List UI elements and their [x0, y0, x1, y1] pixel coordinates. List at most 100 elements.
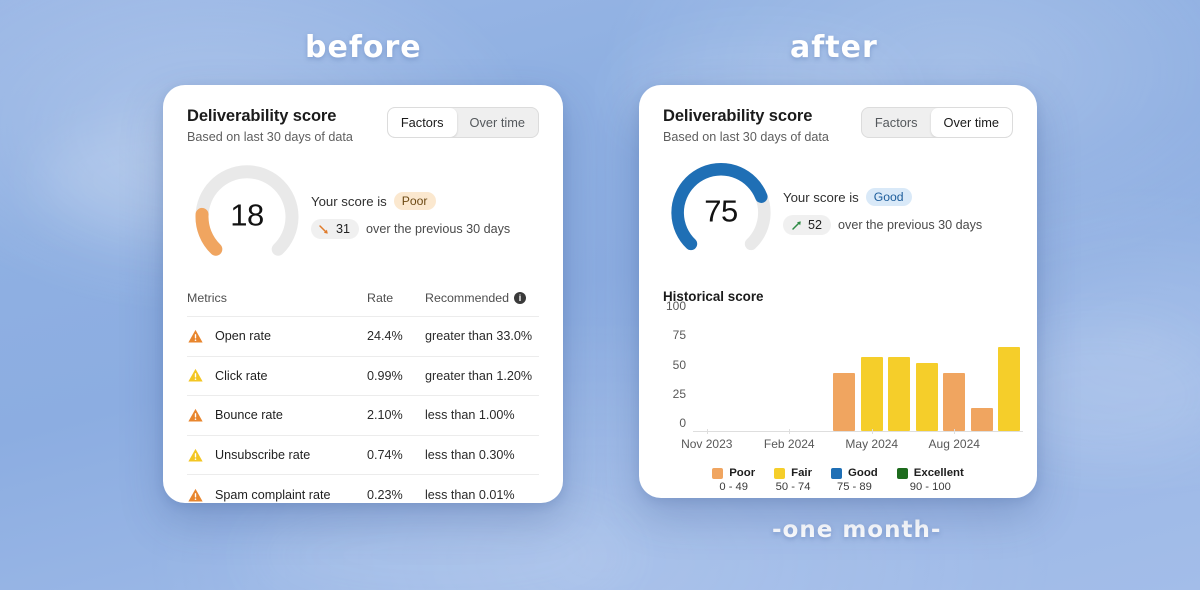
bar-slot [913, 314, 941, 431]
metric-name-cell: Unsubscribe rate [187, 447, 367, 464]
legend-item: Fair 50 - 74 [774, 467, 812, 493]
legend-swatch [896, 467, 908, 479]
bar-slot [831, 314, 859, 431]
before-card: Deliverability score Based on last 30 da… [163, 85, 563, 503]
legend-item: Good 75 - 89 [831, 467, 878, 493]
metric-rate: 0.23% [367, 488, 403, 503]
gauge-value-before: 18 [230, 196, 264, 232]
chart-bar[interactable] [833, 373, 856, 431]
score-info-before: Your score is Poor 31 over the previous … [311, 192, 510, 239]
x-axis-tick-mark [706, 429, 708, 434]
table-row: Bounce rate 2.10% less than 1.00% [187, 396, 539, 436]
bar-slot [858, 314, 886, 431]
tab-factors[interactable]: Factors [387, 108, 457, 137]
tab-over-time[interactable]: Over time [457, 108, 538, 137]
trend-suffix: over the previous 30 days [838, 218, 983, 232]
view-toggle-before[interactable]: Factors Over time [386, 107, 539, 138]
warning-icon [188, 329, 203, 343]
warning-icon [188, 448, 203, 462]
gauge-before: 18 [187, 158, 307, 273]
chart-plot-area: 0 25 50 75 100 Nov 2023 Feb 2024 May 2024 Aug 2… [666, 299, 1023, 454]
page-title: Deliverability score [187, 107, 337, 125]
historical-score-chart: Historical score 0 25 50 75 100 Nov 2023 Feb … [663, 289, 1023, 493]
x-axis-ticks: Nov 2023 Feb 2024 May 2024 Aug 2024 [681, 429, 1023, 454]
score-summary: 18 Your score is Poor 31 over the previo… [187, 158, 539, 273]
metric-rate: 2.10% [367, 408, 403, 423]
bar-slot [693, 314, 721, 431]
metric-name: Click rate [215, 368, 268, 383]
info-icon[interactable]: i [514, 292, 527, 304]
metric-name: Open rate [215, 329, 272, 344]
metric-name: Bounce rate [215, 408, 283, 423]
bar-slot [996, 314, 1024, 431]
metric-rate: 0.99% [367, 368, 403, 383]
caption-after: after [790, 30, 878, 65]
view-toggle-after[interactable]: Factors Over time [860, 107, 1013, 138]
chart-bar[interactable] [888, 356, 911, 431]
chart-bar[interactable] [915, 362, 938, 431]
metric-name-cell: Bounce rate [187, 407, 367, 424]
bar-slot [748, 314, 776, 431]
card-header: Deliverability score Based on last 30 da… [663, 107, 1013, 144]
warning-icon [188, 408, 203, 422]
bar-slot [803, 314, 831, 431]
metric-name-cell: Click rate [187, 367, 367, 384]
x-axis-line [693, 430, 1023, 432]
caption-before: before [305, 30, 422, 65]
tab-factors[interactable]: Factors [862, 108, 931, 137]
gauge-after: 75 [663, 156, 779, 267]
x-axis-tick: Nov 2023 [681, 437, 733, 451]
trend-pill-before: 31 [311, 219, 360, 239]
x-axis-tick: Feb 2024 [763, 437, 815, 451]
trend-suffix: over the previous 30 days [366, 222, 511, 236]
status-badge: Poor [393, 192, 436, 210]
metric-name-cell: Spam complaint rate [187, 487, 367, 504]
after-card: Deliverability score Based on last 30 da… [639, 85, 1037, 498]
chart-bars-region [693, 315, 1023, 432]
tab-over-time[interactable]: Over time [930, 108, 1012, 137]
gauge-value-after: 75 [704, 192, 738, 228]
chart-bar[interactable] [943, 373, 966, 431]
bar-slot [776, 314, 804, 431]
legend-label: Good [848, 467, 878, 479]
metric-recommended: greater than 33.0% [425, 329, 533, 344]
y-axis-tick: 0 [679, 416, 686, 430]
legend-label: Fair [791, 467, 813, 479]
metric-name-cell: Open rate [187, 328, 367, 345]
warning-icon [188, 369, 203, 382]
y-axis-tick: 100 [665, 299, 686, 313]
metric-rate: 0.74% [367, 448, 403, 463]
score-label: Your score is [311, 193, 387, 209]
status-badge: Good [865, 188, 912, 206]
legend-range: 75 - 89 [836, 481, 872, 493]
page-subtitle: Based on last 30 days of data [187, 130, 353, 144]
bar-slot [721, 314, 749, 431]
y-axis-tick: 25 [672, 386, 686, 401]
metric-recommended: less than 0.30% [425, 448, 515, 463]
bar-slot [968, 314, 996, 431]
chart-bar[interactable] [860, 356, 883, 431]
chart-bar[interactable] [998, 347, 1021, 431]
legend-item: Excellent 90 - 100 [896, 467, 964, 493]
metric-recommended: greater than 1.20% [425, 368, 533, 383]
chart-legend: Poor 0 - 49 Fair 50 - 74 Good 75 - 89 Excellen… [663, 467, 1013, 493]
x-axis-tick: Aug 2024 [928, 437, 980, 451]
page-title: Deliverability score [663, 107, 813, 125]
table-header: Metrics Rate Recommended i [187, 291, 539, 317]
warning-icon [188, 488, 203, 502]
chart-bar[interactable] [970, 408, 993, 431]
poster-stage: before after -one month- Deliverability … [0, 0, 1200, 590]
page-subtitle: Based on last 30 days of data [663, 130, 829, 144]
legend-range: 0 - 49 [719, 481, 748, 493]
metric-recommended: less than 0.01% [425, 488, 515, 503]
x-axis-tick-mark [954, 429, 956, 434]
metric-recommended: less than 1.00% [425, 408, 515, 423]
table-row: Click rate 0.99% greater than 1.20% [187, 357, 539, 397]
trend-up-icon [792, 220, 801, 230]
metric-name: Spam complaint rate [215, 488, 331, 503]
col-rate: Rate [367, 291, 394, 305]
chart-title: Historical score [663, 289, 764, 304]
y-axis-tick: 50 [672, 357, 686, 372]
table-row: Spam complaint rate 0.23% less than 0.01% [187, 475, 539, 515]
metric-name: Unsubscribe rate [215, 448, 311, 463]
